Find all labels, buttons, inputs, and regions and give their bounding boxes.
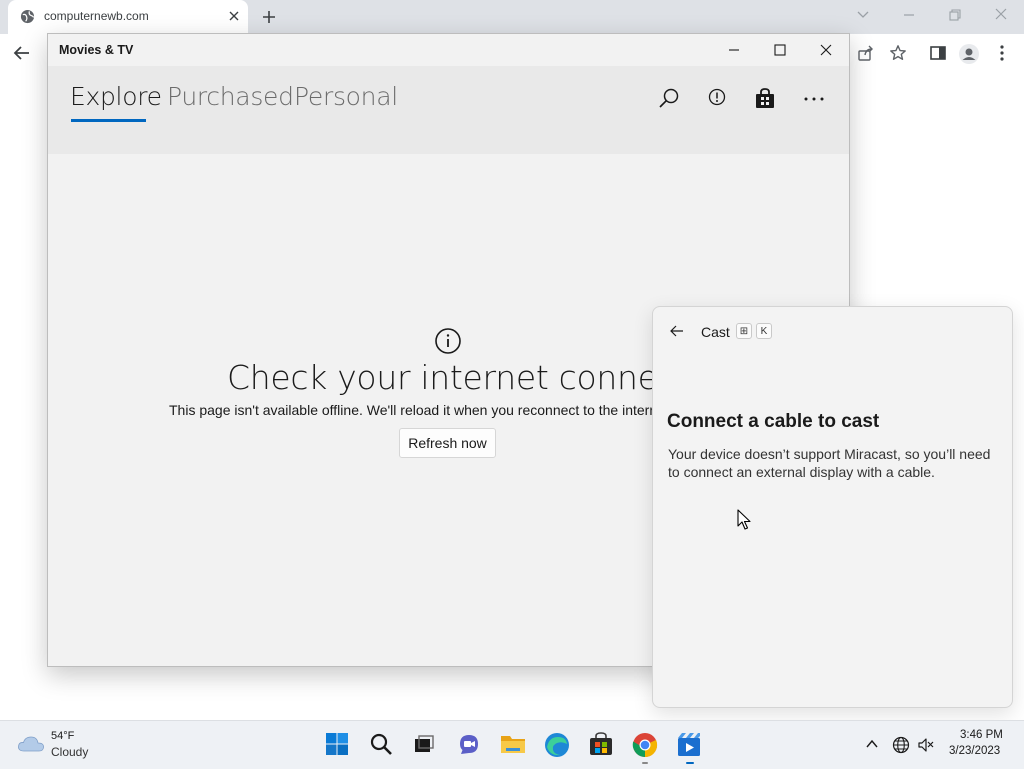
- clock-time[interactable]: 3:46 PM: [960, 729, 1003, 741]
- running-indicator: [642, 762, 648, 764]
- back-arrow-icon[interactable]: [669, 324, 685, 338]
- search-icon[interactable]: [658, 87, 680, 109]
- chat-icon[interactable]: [456, 732, 482, 756]
- mouse-cursor-icon: [737, 509, 751, 531]
- info-icon: [434, 327, 462, 355]
- more-icon[interactable]: [803, 96, 825, 102]
- profile-icon[interactable]: [959, 44, 979, 64]
- file-explorer-icon[interactable]: [500, 732, 526, 756]
- plus-icon[interactable]: [260, 8, 278, 26]
- cast-title: Cast: [701, 324, 730, 340]
- star-icon[interactable]: [889, 44, 907, 62]
- start-icon[interactable]: [325, 732, 349, 756]
- chevron-down-icon[interactable]: [855, 8, 871, 22]
- info-icon[interactable]: [707, 87, 727, 107]
- kebab-menu-icon[interactable]: [996, 44, 1008, 62]
- tab-explore[interactable]: Explore: [70, 82, 162, 111]
- task-view-icon[interactable]: [412, 732, 436, 756]
- tab-title: computernewb.com: [44, 9, 149, 23]
- back-arrow-icon[interactable]: [12, 44, 32, 62]
- edge-icon[interactable]: [544, 732, 570, 758]
- volume-muted-icon[interactable]: [917, 736, 935, 754]
- search-icon[interactable]: [369, 732, 393, 756]
- side-panel-icon[interactable]: [929, 44, 947, 62]
- k-key-badge: K: [756, 323, 772, 339]
- weather-temperature[interactable]: 54°F: [51, 730, 74, 742]
- minimize-icon[interactable]: [727, 43, 741, 57]
- windows-key-badge: ⊞: [736, 323, 752, 339]
- active-indicator: [686, 762, 694, 764]
- tab-purchased[interactable]: Purchased: [167, 82, 294, 111]
- app-titlebar: Movies & TV: [48, 34, 849, 66]
- offline-message: This page isn't available offline. We'll…: [169, 402, 673, 418]
- share-icon[interactable]: [857, 44, 875, 62]
- movies-tv-icon[interactable]: [676, 732, 702, 758]
- network-globe-icon[interactable]: [892, 736, 910, 754]
- restore-icon[interactable]: [947, 8, 963, 22]
- clock-date[interactable]: 3/23/2023: [949, 745, 1000, 757]
- close-icon[interactable]: [228, 10, 240, 22]
- browser-tab-strip: computernewb.com: [0, 0, 1024, 34]
- chevron-up-icon[interactable]: [865, 738, 879, 750]
- tab-personal[interactable]: Personal: [294, 82, 398, 111]
- cloud-icon[interactable]: [17, 733, 45, 753]
- globe-icon: [20, 9, 35, 24]
- chrome-icon[interactable]: [632, 732, 658, 758]
- close-icon[interactable]: [819, 43, 833, 57]
- cast-heading: Connect a cable to cast: [667, 411, 880, 432]
- maximize-icon[interactable]: [773, 43, 787, 57]
- browser-tab[interactable]: computernewb.com: [8, 0, 248, 34]
- store-bag-icon[interactable]: [754, 87, 776, 109]
- close-icon[interactable]: [993, 8, 1009, 22]
- app-title: Movies & TV: [59, 43, 134, 57]
- weather-condition[interactable]: Cloudy: [51, 745, 88, 759]
- cast-panel: Cast ⊞ K Connect a cable to cast Your de…: [652, 306, 1013, 708]
- refresh-now-button[interactable]: Refresh now: [399, 428, 496, 458]
- minimize-icon[interactable]: [901, 8, 917, 22]
- active-tab-indicator: [71, 119, 146, 122]
- store-icon[interactable]: [588, 732, 614, 756]
- cast-description: Your device doesn’t support Miracast, so…: [668, 446, 991, 480]
